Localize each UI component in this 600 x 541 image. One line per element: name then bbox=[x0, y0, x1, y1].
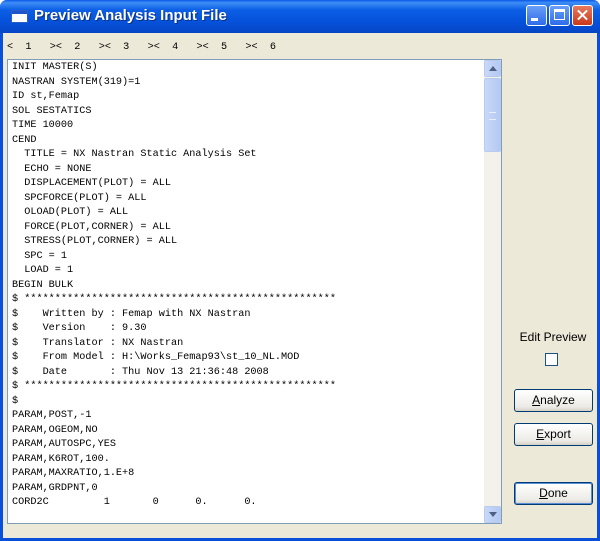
file-line: PARAM,POST,-1 bbox=[12, 410, 92, 421]
column-ruler: < 1 >< 2 >< 3 >< 4 >< 5 >< 6 bbox=[7, 42, 276, 53]
file-line: SOL SESTATICS bbox=[12, 105, 92, 117]
file-line: $ bbox=[12, 395, 19, 407]
window-app-icon bbox=[11, 10, 28, 23]
file-line: $ Version : 9.30 bbox=[12, 323, 147, 334]
file-line: ECHO = NONE bbox=[12, 163, 92, 175]
minimize-button[interactable] bbox=[526, 5, 547, 26]
file-line: $ **************************************… bbox=[12, 294, 337, 305]
scroll-thumb[interactable] bbox=[484, 78, 501, 152]
file-line: CEND bbox=[12, 134, 37, 146]
file-line: PARAM,K6ROT,100. bbox=[12, 453, 110, 465]
export-button[interactable]: Export bbox=[514, 423, 593, 446]
edit-preview-checkbox[interactable] bbox=[545, 353, 558, 366]
maximize-button[interactable] bbox=[549, 5, 570, 26]
file-line: DISPLACEMENT(PLOT) = ALL bbox=[12, 178, 171, 189]
preview-analysis-window: Preview Analysis Input File < 1 >< 2 >< … bbox=[0, 0, 600, 541]
file-line: CORD2C 1 0 0. 0. bbox=[12, 497, 257, 508]
analyze-button[interactable]: Analyze bbox=[514, 389, 593, 412]
file-line: $ Written by : Femap with NX Nastran bbox=[12, 308, 251, 320]
close-button[interactable] bbox=[572, 5, 593, 26]
file-line: $ Translator : NX Nastran bbox=[12, 337, 184, 349]
vertical-scrollbar[interactable] bbox=[484, 60, 501, 523]
file-line: SPC = 1 bbox=[12, 250, 68, 262]
file-line: $ From Model : H:\Works_Femap93\st_10_NL… bbox=[12, 352, 300, 363]
file-line: FORCE(PLOT,CORNER) = ALL bbox=[12, 221, 171, 233]
window-title: Preview Analysis Input File bbox=[34, 7, 227, 24]
file-line: $ Date : Thu Nov 13 21:36:48 2008 bbox=[12, 366, 269, 378]
file-line: BEGIN BULK bbox=[12, 279, 74, 291]
edit-preview-label: Edit Preview bbox=[519, 330, 587, 344]
file-line: PARAM,OGEOM,NO bbox=[12, 424, 98, 436]
file-line: NASTRAN SYSTEM(319)=1 bbox=[12, 76, 141, 88]
input-file-textbox[interactable]: INIT MASTER(S) NASTRAN SYSTEM(319)=1 ID st… bbox=[7, 59, 502, 524]
file-line: INIT MASTER(S) bbox=[12, 62, 98, 73]
file-line: STRESS(PLOT,CORNER) = ALL bbox=[12, 236, 178, 247]
done-button[interactable]: Done bbox=[514, 482, 593, 505]
file-line: PARAM,GRDPNT,0 bbox=[12, 482, 98, 494]
scroll-up-arrow-icon[interactable] bbox=[484, 60, 501, 77]
file-line: ID st,Femap bbox=[12, 91, 80, 102]
file-line: LOAD = 1 bbox=[12, 265, 74, 276]
file-line: PARAM,AUTOSPC,YES bbox=[12, 439, 116, 450]
file-line: TIME 10000 bbox=[12, 120, 74, 131]
file-line: SPCFORCE(PLOT) = ALL bbox=[12, 192, 147, 204]
file-line: OLOAD(PLOT) = ALL bbox=[12, 207, 129, 218]
file-line: PARAM,MAXRATIO,1.E+8 bbox=[12, 468, 135, 479]
title-bar[interactable]: Preview Analysis Input File bbox=[0, 0, 600, 33]
scroll-down-arrow-icon[interactable] bbox=[484, 506, 501, 523]
file-line: $ **************************************… bbox=[12, 381, 337, 392]
file-line: TITLE = NX Nastran Static Analysis Set bbox=[12, 149, 257, 160]
input-file-text[interactable]: INIT MASTER(S) NASTRAN SYSTEM(319)=1 ID st… bbox=[12, 61, 480, 521]
